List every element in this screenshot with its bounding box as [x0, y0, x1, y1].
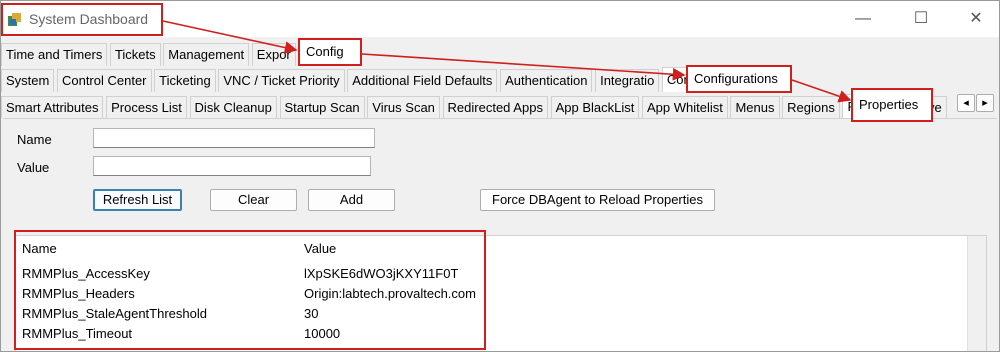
arrow-title-to-config [162, 20, 298, 54]
arrow-config-to-configurations [361, 53, 686, 81]
annotation-arrows [162, 20, 852, 103]
arrow-configurations-to-properties [791, 79, 852, 103]
